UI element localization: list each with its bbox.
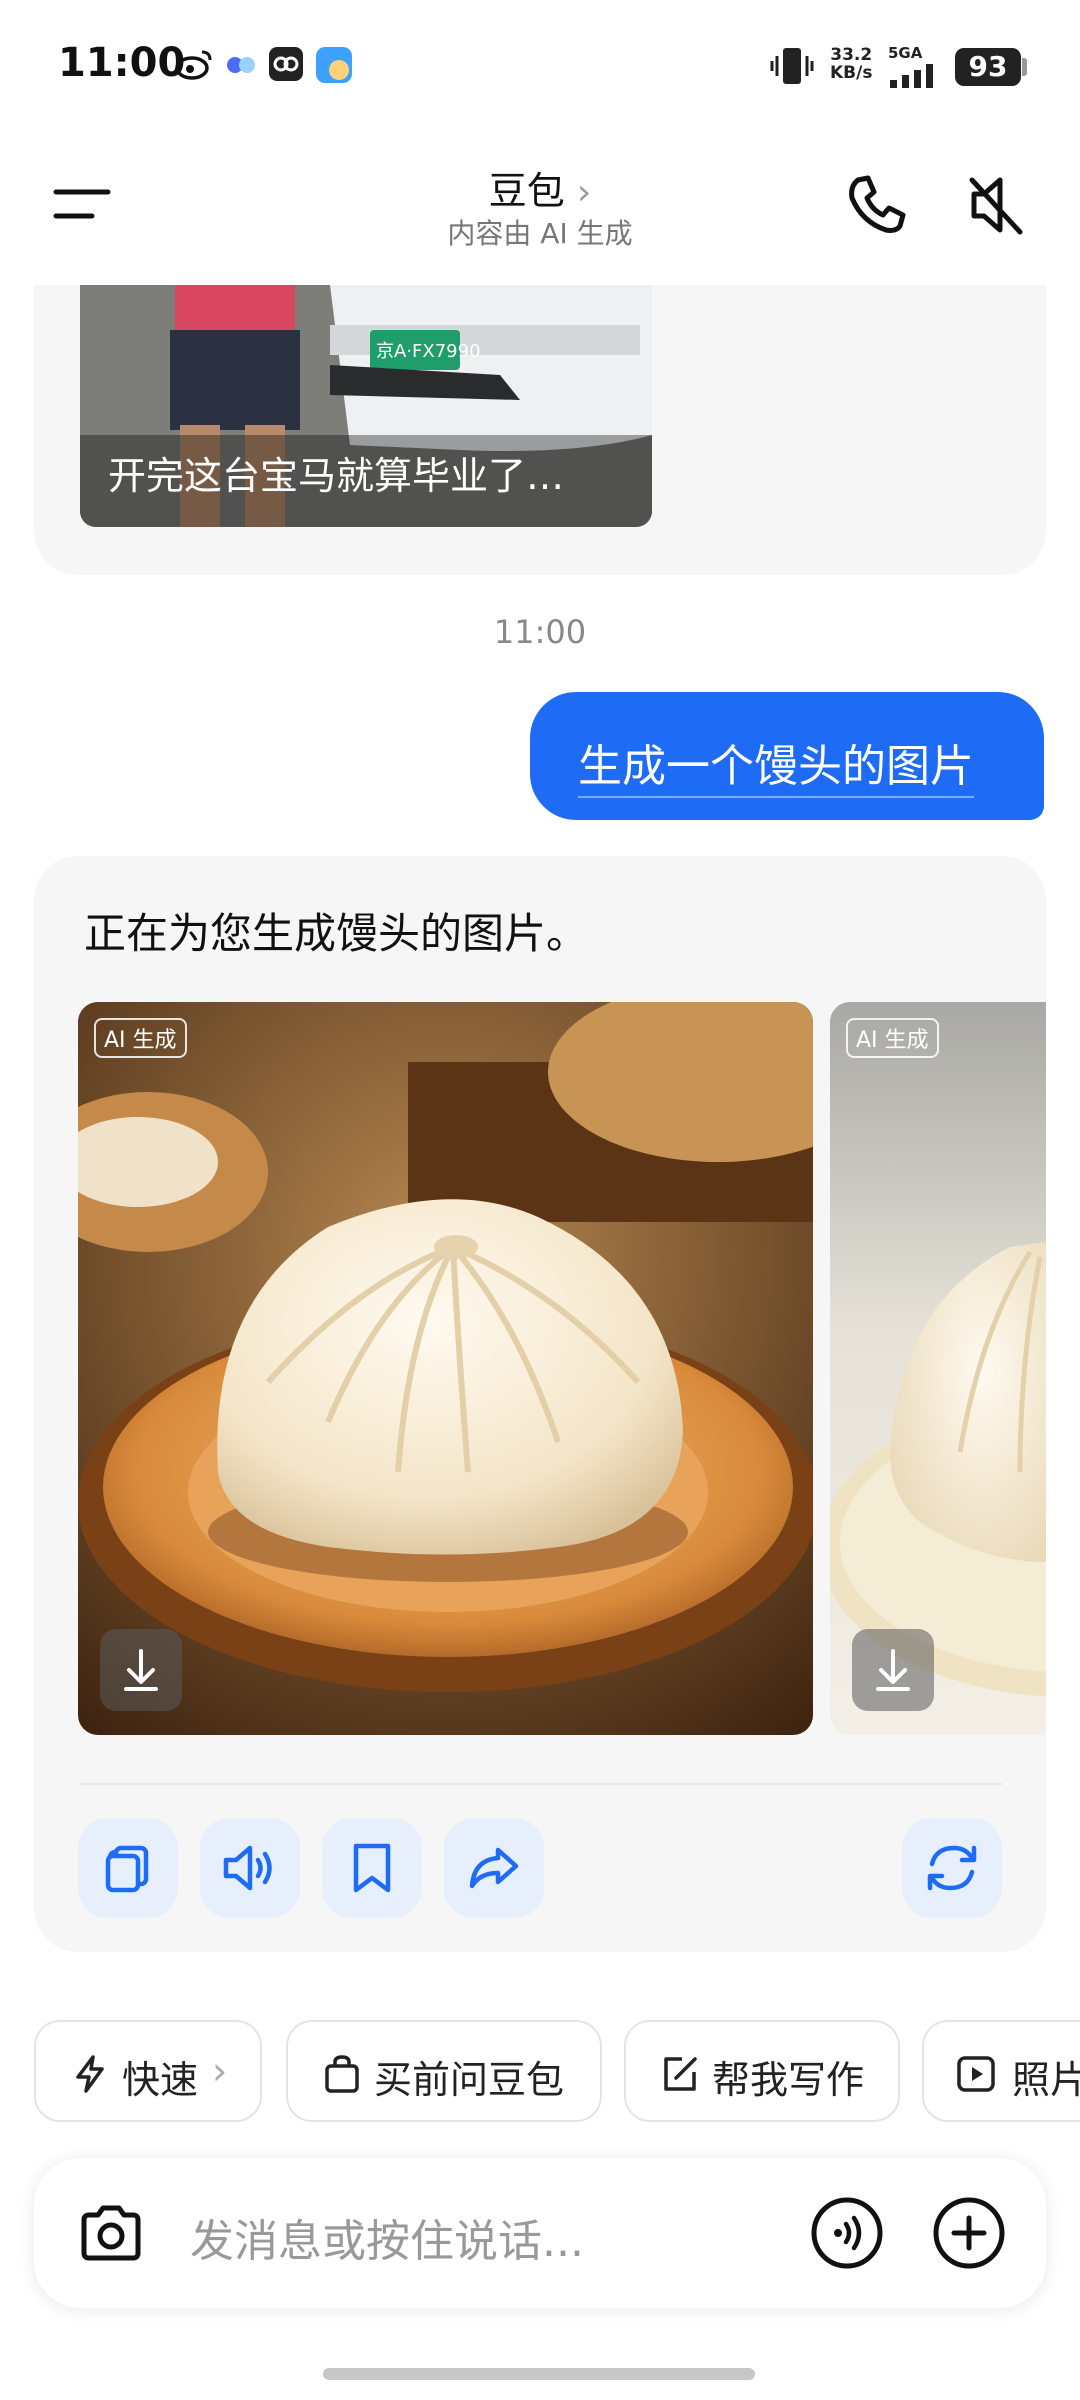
photos-app-icon bbox=[269, 47, 303, 81]
steamed-bun-picture-2 bbox=[830, 1002, 1046, 1735]
phone-icon[interactable] bbox=[840, 170, 910, 240]
svg-text:京A·FX7990: 京A·FX7990 bbox=[376, 341, 481, 362]
previous-video-caption: 开完这台宝马就算毕业了… bbox=[108, 454, 565, 498]
add-icon[interactable] bbox=[932, 2196, 1006, 2270]
refresh-icon bbox=[927, 1845, 977, 1891]
shopping-bag-icon bbox=[325, 2055, 359, 2093]
download-button[interactable] bbox=[852, 1629, 934, 1711]
chat-header: 豆包 › 内容由 AI 生成 bbox=[0, 130, 1080, 285]
bookmark-icon bbox=[353, 1843, 391, 1893]
chip-fast-mode[interactable]: 快速 › bbox=[34, 2020, 262, 2122]
chip-label: 帮我写作 bbox=[712, 2058, 865, 2102]
bot-message-text: 正在为您生成馒头的图片。 bbox=[84, 909, 589, 958]
regenerate-button[interactable] bbox=[902, 1818, 1002, 1918]
status-time: 11:00 bbox=[58, 40, 186, 86]
network-speed: 33.2 KB/s bbox=[830, 45, 873, 83]
ai-generated-tag: AI 生成 bbox=[94, 1018, 187, 1058]
speaker-icon bbox=[223, 1845, 272, 1891]
app-dots-icon bbox=[227, 57, 255, 73]
home-indicator[interactable] bbox=[323, 2368, 755, 2380]
message-input[interactable]: 发消息或按住说话... bbox=[190, 2205, 584, 2269]
chip-label: 快速 bbox=[122, 2058, 199, 2102]
battery-cap bbox=[1022, 58, 1027, 76]
chip-help-write[interactable]: 帮我写作 bbox=[624, 2020, 900, 2122]
copy-button[interactable] bbox=[78, 1818, 178, 1918]
vibrate-icon bbox=[770, 48, 814, 84]
message-timestamp: 11:00 bbox=[493, 613, 587, 651]
chevron-right-icon: › bbox=[212, 2049, 228, 2093]
ai-generated-tag: AI 生成 bbox=[846, 1018, 939, 1058]
signal-icon bbox=[890, 64, 933, 88]
lightning-icon bbox=[76, 2055, 104, 2093]
ai-disclaimer: 内容由 AI 生成 bbox=[447, 217, 633, 250]
chip-label: 买前问豆包 bbox=[374, 2058, 565, 2102]
battery-indicator: 93 bbox=[955, 48, 1021, 86]
doubao-app-icon bbox=[316, 47, 352, 83]
download-button[interactable] bbox=[100, 1629, 182, 1711]
generated-image-1[interactable]: AI 生成 bbox=[78, 1002, 813, 1735]
status-bar: 11:00 33.2 KB/s 5GA 93 bbox=[0, 0, 1080, 130]
weibo-icon bbox=[175, 50, 212, 80]
chip-ask-before-buy[interactable]: 买前问豆包 bbox=[286, 2020, 602, 2122]
camera-icon[interactable] bbox=[76, 2198, 146, 2268]
steamed-bun-picture bbox=[78, 1002, 813, 1735]
download-icon bbox=[124, 1649, 158, 1691]
user-message-text: 生成一个馒头的图片 bbox=[578, 730, 974, 798]
chat-title[interactable]: 豆包 › bbox=[0, 160, 1080, 215]
network-type: 5GA bbox=[888, 44, 923, 62]
edit-icon bbox=[664, 2057, 697, 2091]
bookmark-button[interactable] bbox=[322, 1818, 422, 1918]
voice-input-icon[interactable] bbox=[810, 2196, 884, 2270]
mute-speaker-icon[interactable] bbox=[960, 170, 1030, 240]
chip-label: 照片 bbox=[1012, 2058, 1080, 2102]
chat-title-text: 豆包 bbox=[488, 169, 565, 213]
share-icon bbox=[469, 1847, 519, 1889]
copy-icon bbox=[105, 1845, 149, 1893]
share-button[interactable] bbox=[444, 1818, 544, 1918]
read-aloud-button[interactable] bbox=[200, 1818, 300, 1918]
generated-image-2[interactable]: AI 生成 bbox=[830, 1002, 1046, 1735]
download-icon bbox=[876, 1649, 910, 1691]
chip-photo[interactable]: 照片 bbox=[922, 2020, 1080, 2122]
chevron-right-icon: › bbox=[576, 172, 592, 213]
play-icon bbox=[957, 2056, 995, 2092]
card-divider bbox=[80, 1783, 1002, 1785]
